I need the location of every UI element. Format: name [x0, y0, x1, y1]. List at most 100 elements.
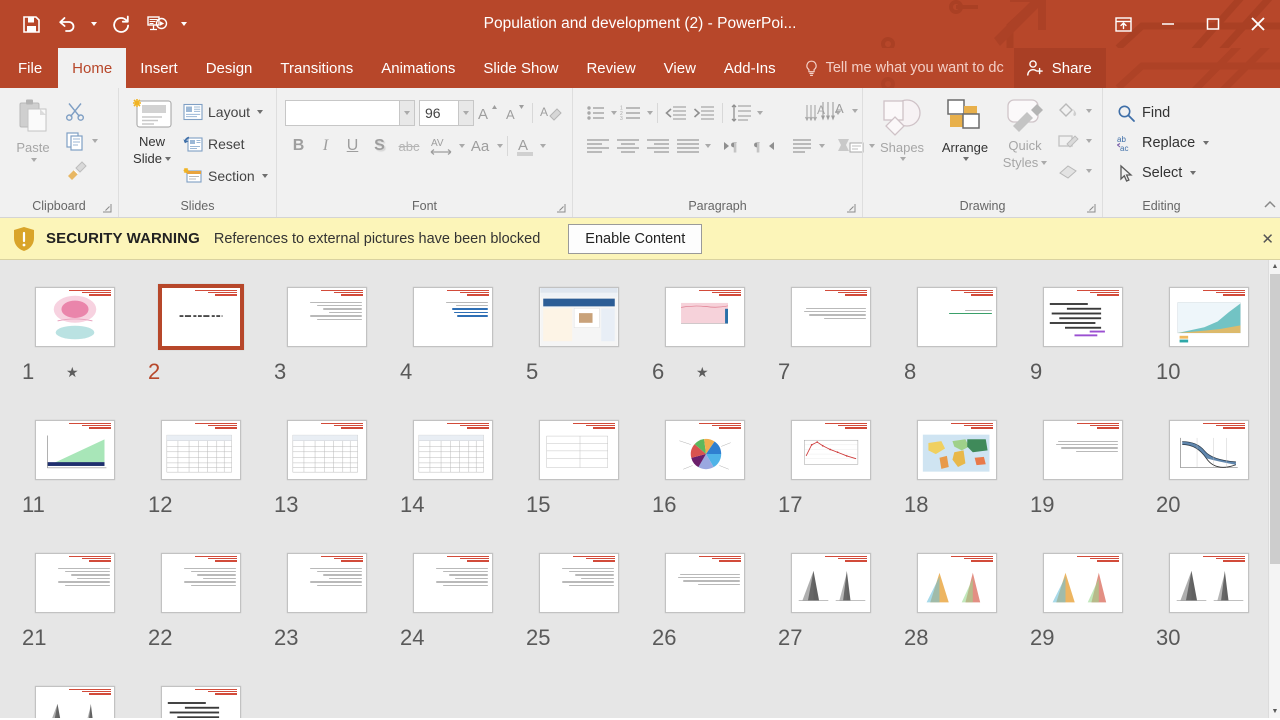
minimize-button[interactable]	[1145, 0, 1190, 48]
paragraph-dialog-launcher-icon[interactable]	[846, 203, 856, 213]
line-spacing-dropdown-icon[interactable]	[757, 111, 763, 115]
copy-dropdown-icon[interactable]	[92, 139, 98, 143]
play-animations-star-icon[interactable]: ★	[696, 364, 709, 381]
font-name-dropdown-icon[interactable]	[400, 100, 415, 126]
tab-view[interactable]: View	[650, 48, 710, 88]
replace-dropdown-icon[interactable]	[1203, 141, 1210, 145]
undo-dropdown-icon[interactable]	[86, 7, 102, 41]
slide-thumbnail[interactable]	[148, 544, 254, 621]
slide-thumbnail[interactable]	[400, 544, 506, 621]
slide-thumbnail-cell[interactable]: 14	[390, 411, 516, 544]
slide-thumbnail-image[interactable]	[35, 552, 115, 613]
clear-formatting-button[interactable]: A	[537, 100, 564, 127]
slide-thumbnail-image[interactable]	[791, 286, 871, 347]
change-case-button[interactable]: Aa	[465, 133, 495, 160]
slide-thumbnail[interactable]	[526, 278, 632, 355]
slide-thumbnail[interactable]	[526, 544, 632, 621]
quick-access-toolbar[interactable]	[0, 7, 192, 41]
slide-thumbnail-cell[interactable]: 10	[1146, 278, 1272, 411]
align-center-button[interactable]	[613, 133, 643, 159]
quick-styles-button[interactable]: Quick Styles	[997, 94, 1053, 170]
shape-effects-button[interactable]	[1053, 156, 1096, 186]
slide-thumbnail-cell[interactable]: 21	[12, 544, 138, 677]
tab-add-ins[interactable]: Add-Ins	[710, 48, 790, 88]
undo-icon[interactable]	[50, 7, 84, 41]
slide-thumbnail[interactable]	[400, 411, 506, 488]
section-dropdown-icon[interactable]	[261, 174, 268, 178]
paste-button[interactable]: Paste	[5, 94, 61, 162]
slide-thumbnail[interactable]	[778, 544, 884, 621]
change-case-dropdown-icon[interactable]	[497, 144, 503, 148]
slide-thumbnail-cell[interactable]: 7	[768, 278, 894, 411]
slide-thumbnail[interactable]	[904, 278, 1010, 355]
select-dropdown-icon[interactable]	[1190, 171, 1197, 175]
justify-button[interactable]	[673, 133, 703, 159]
window-controls[interactable]	[1101, 0, 1280, 48]
slide-thumbnail-image[interactable]	[791, 552, 871, 613]
slide-thumbnail-cell[interactable]: 11	[12, 411, 138, 544]
tab-home[interactable]: Home	[58, 48, 127, 88]
slide-thumbnail-cell[interactable]: 18	[894, 411, 1020, 544]
security-warning-close-icon[interactable]: ✕	[1261, 230, 1274, 248]
slide-thumbnail-cell[interactable]: 13	[264, 411, 390, 544]
slide-thumbnail[interactable]	[274, 411, 380, 488]
collapse-ribbon-icon[interactable]	[1264, 200, 1276, 213]
cut-button[interactable]	[61, 96, 102, 126]
slide-thumbnail[interactable]	[22, 278, 128, 355]
slide-thumbnail-cell[interactable]: 19	[1020, 411, 1146, 544]
slide-thumbnail-image[interactable]	[161, 419, 241, 480]
slide-thumbnail-image[interactable]	[665, 419, 745, 480]
slide-thumbnail-image[interactable]	[539, 286, 619, 347]
tab-file[interactable]: File	[0, 48, 58, 88]
scrollbar-thumb[interactable]	[1270, 274, 1280, 564]
slide-thumbnail-cell[interactable]: 29	[1020, 544, 1146, 677]
slide-thumbnail-cell[interactable]: 12	[138, 411, 264, 544]
quick-styles-dropdown-icon[interactable]	[1041, 160, 1048, 165]
italic-button[interactable]: I	[312, 133, 339, 160]
font-name-input[interactable]	[285, 100, 400, 126]
slide-thumbnail-image[interactable]	[35, 685, 115, 718]
columns-button[interactable]	[787, 133, 817, 159]
bold-button[interactable]: B	[285, 133, 312, 160]
drawing-dialog-launcher-icon[interactable]	[1086, 203, 1096, 213]
decrease-font-size-button[interactable]: A	[501, 100, 528, 127]
tab-animations[interactable]: Animations	[367, 48, 469, 88]
slide-thumbnail-image[interactable]	[1043, 552, 1123, 613]
increase-font-size-button[interactable]: A	[474, 100, 501, 127]
slide-thumbnail[interactable]	[148, 677, 254, 718]
align-text-dropdown-icon[interactable]	[852, 109, 858, 113]
slide-thumbnail-cell[interactable]: 22	[138, 544, 264, 677]
arrange-button[interactable]: Arrange	[933, 94, 997, 161]
ltr-direction-button[interactable]: ¶	[719, 133, 749, 159]
enable-content-button[interactable]: Enable Content	[568, 223, 703, 254]
slide-thumbnail-cell[interactable]: 5	[516, 278, 642, 411]
slide-thumbnail-image[interactable]	[413, 419, 493, 480]
slide-thumbnail-cell[interactable]: 3	[264, 278, 390, 411]
shape-outline-button[interactable]	[1053, 126, 1096, 156]
scroll-up-arrow-icon[interactable]: ▲	[1269, 260, 1280, 273]
numbering-button[interactable]: 123	[617, 100, 645, 126]
clipboard-dialog-launcher-icon[interactable]	[102, 203, 112, 213]
slide-thumbnail-image[interactable]	[665, 552, 745, 613]
paste-dropdown-icon[interactable]	[31, 158, 37, 162]
slide-thumbnail-cell[interactable]: 15	[516, 411, 642, 544]
slide-thumbnail-cell[interactable]: 32	[138, 677, 264, 718]
save-icon[interactable]	[14, 7, 48, 41]
slide-thumbnail-image[interactable]	[161, 552, 241, 613]
align-text-button[interactable]: A	[818, 98, 850, 124]
slide-thumbnail-cell[interactable]: 23	[264, 544, 390, 677]
vertical-scrollbar[interactable]: ▲ ▼	[1268, 260, 1280, 718]
slide-thumbnail-image[interactable]	[35, 419, 115, 480]
slide-thumbnail[interactable]	[1156, 278, 1262, 355]
tab-insert[interactable]: Insert	[126, 48, 192, 88]
ribbon-display-options-icon[interactable]	[1101, 0, 1145, 48]
decrease-indent-button[interactable]	[662, 100, 690, 126]
slide-thumbnail-image[interactable]	[1043, 419, 1123, 480]
shape-fill-button[interactable]	[1053, 96, 1096, 126]
tab-design[interactable]: Design	[192, 48, 267, 88]
slide-thumbnail[interactable]	[652, 544, 758, 621]
close-button[interactable]	[1235, 0, 1280, 48]
shape-fill-dropdown-icon[interactable]	[1086, 109, 1092, 113]
character-spacing-button[interactable]: AV	[425, 133, 457, 160]
tell-me-search[interactable]: Tell me what you want to dc	[790, 48, 1014, 88]
